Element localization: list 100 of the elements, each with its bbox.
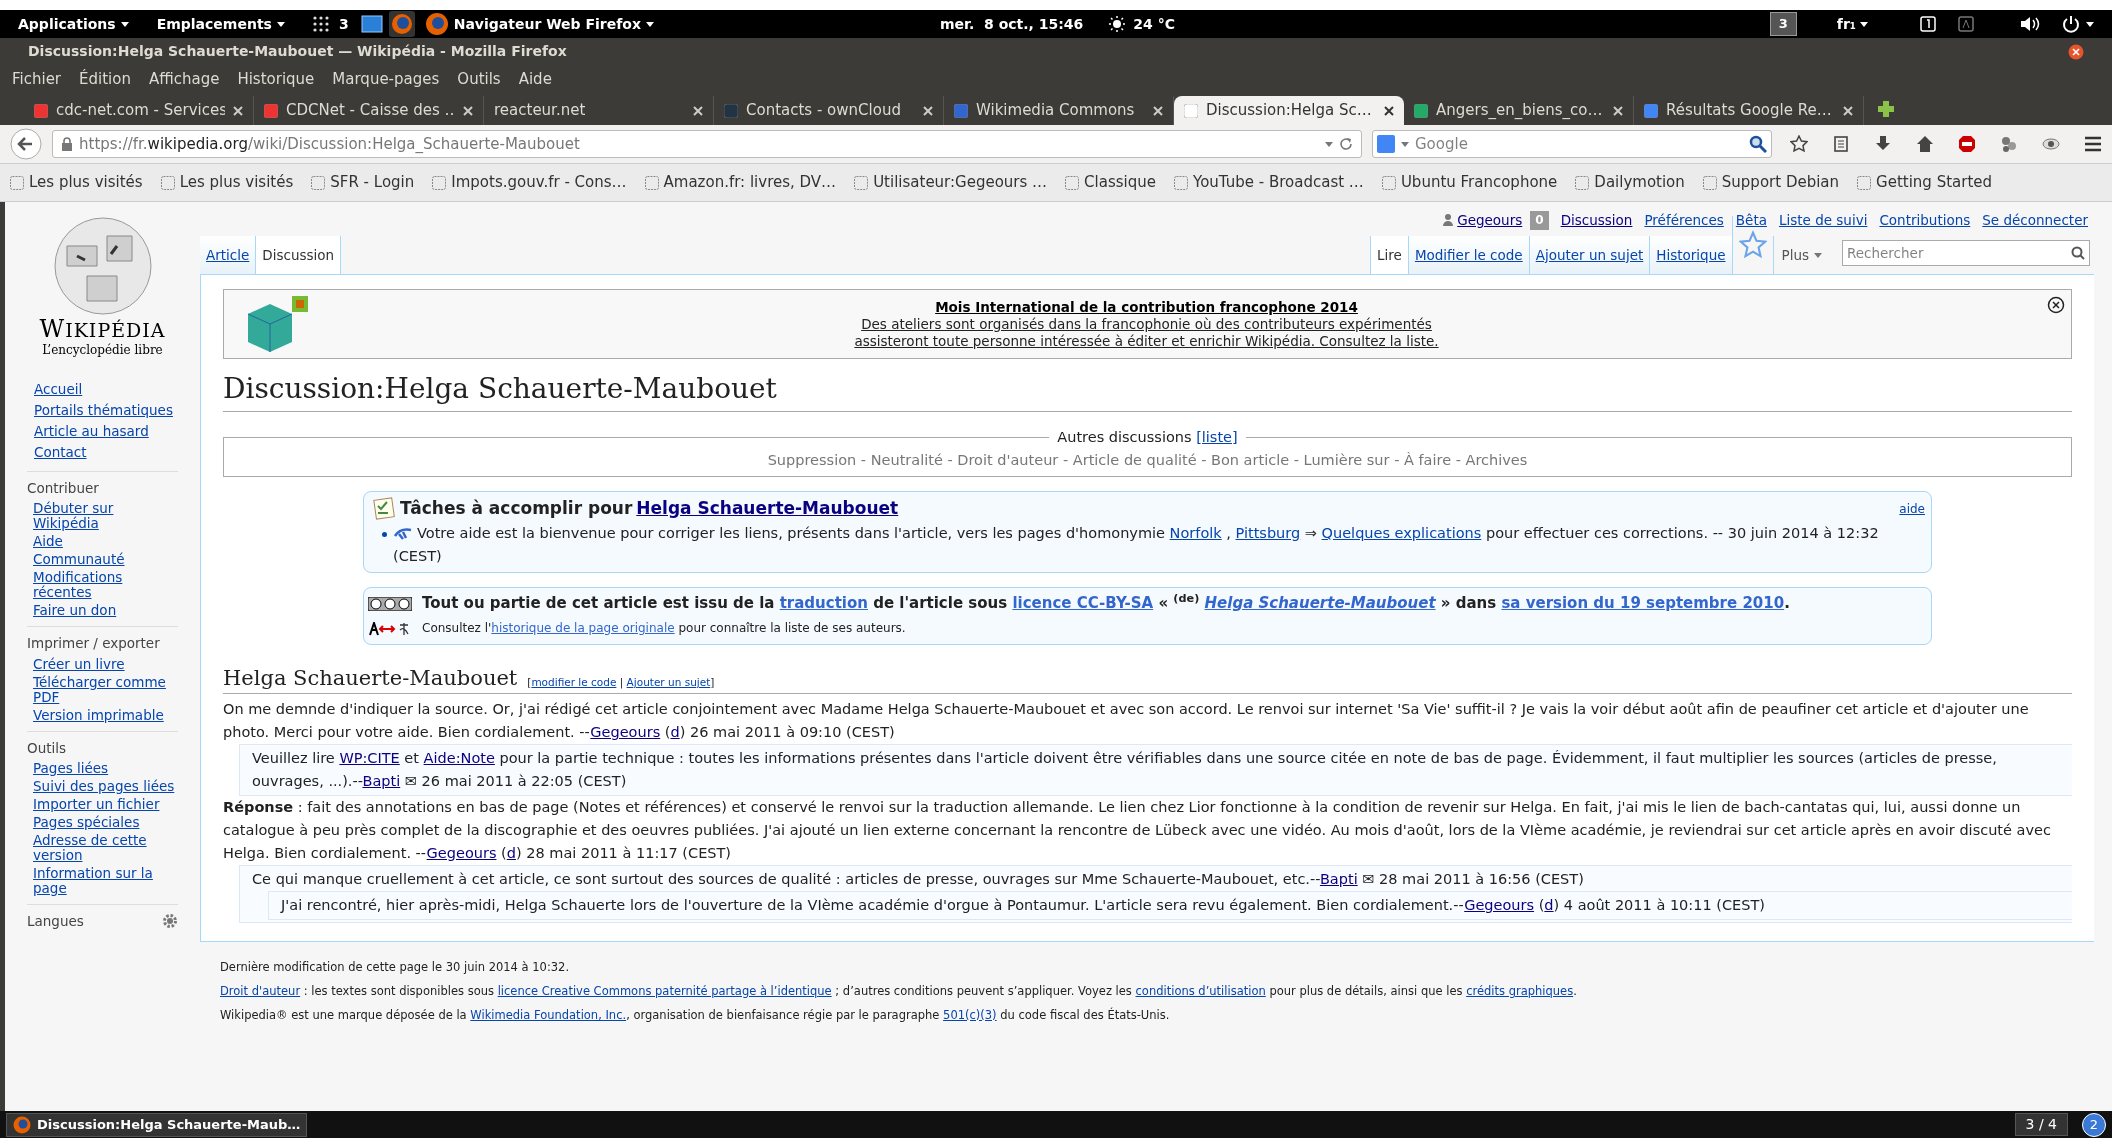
download-icon[interactable] [1874, 135, 1892, 153]
link[interactable]: Aide:Note [423, 750, 495, 766]
web-search-field[interactable]: Google [1372, 130, 1772, 158]
menu-item[interactable]: Affichage [148, 68, 220, 91]
bookmark[interactable]: Dailymotion [1575, 171, 1685, 194]
sidebar-link[interactable]: Télécharger comme PDF [33, 674, 178, 705]
sidebar-link[interactable]: Information sur la page [33, 865, 178, 896]
menu-item[interactable]: Édition [79, 68, 131, 91]
namespace-tab[interactable]: Discussion [256, 236, 342, 274]
reload-icon[interactable] [1339, 137, 1353, 151]
bookmark[interactable]: Classique [1065, 171, 1156, 194]
notification-badge[interactable]: 2 [2082, 1112, 2106, 1137]
url-field[interactable]: https://fr.wikipedia.org/wiki/Discussion:Helga_Schauerte-Maubouet [52, 130, 1362, 158]
browser-icon[interactable] [388, 11, 415, 37]
star-icon[interactable] [1790, 135, 1808, 153]
taskbar-window[interactable]: Discussion:Helga Schauerte-Maub… [6, 1112, 308, 1137]
close-icon[interactable] [2047, 296, 2065, 314]
puzzle-icon[interactable] [2000, 135, 2018, 153]
sidebar-link[interactable]: Créer un livre [33, 656, 125, 672]
link[interactable]: licence CC-BY-SA [1012, 594, 1154, 612]
link[interactable]: d [670, 724, 680, 740]
menu-item[interactable]: Aide [518, 68, 552, 91]
view-tab[interactable]: Historique [1649, 236, 1732, 274]
search-input[interactable]: Rechercher [1847, 242, 2071, 264]
grid-icon[interactable] [312, 16, 329, 32]
clipboard-icon[interactable] [1832, 135, 1850, 153]
sidebar-link[interactable]: Faire un don [33, 603, 117, 619]
sidebar-link[interactable]: Communauté [33, 552, 125, 568]
menu-item[interactable]: Marque-pages [332, 68, 440, 91]
personal-link[interactable]: Se déconnecter [1982, 209, 2088, 231]
sidebar-link[interactable]: Version imprimable [33, 707, 164, 723]
sidebar-link[interactable]: Débuter sur Wikipédia [33, 501, 178, 532]
bookmark[interactable]: YouTube - Broadcast … [1174, 171, 1364, 194]
link[interactable]: 501(c)(3) [943, 1008, 997, 1022]
volume-icon[interactable] [2020, 16, 2040, 32]
link[interactable]: Gegeours [426, 845, 497, 861]
back-button[interactable] [10, 128, 42, 160]
link[interactable]: Wikimedia Foundation, Inc. [470, 1008, 627, 1022]
bookmark[interactable]: Ubuntu Francophone [1381, 171, 1558, 194]
close-icon[interactable] [1384, 105, 1394, 116]
power-icon[interactable] [2062, 15, 2080, 33]
link[interactable]: Bapti [362, 773, 401, 789]
new-tab-icon[interactable] [1878, 101, 1894, 117]
menu-item[interactable]: Outils [457, 68, 501, 91]
search-icon[interactable] [2071, 246, 2085, 260]
namespace-tab[interactable]: Article [200, 236, 257, 274]
clock[interactable]: mer. 8 oct., 15:46 [940, 13, 1084, 35]
sidebar-link[interactable]: Accueil [34, 380, 83, 398]
help-link[interactable]: aide [1899, 498, 1925, 521]
link[interactable]: Quelques explications [1321, 525, 1482, 541]
bookmark[interactable]: Les plus visités [160, 171, 294, 194]
close-icon[interactable] [2068, 43, 2084, 60]
sidebar-link[interactable]: Article au hasard [34, 422, 149, 440]
browser-tab[interactable]: Discussion:Helga Sc… [1174, 96, 1404, 125]
panel-menu[interactable]: Applications [18, 13, 129, 35]
view-tab[interactable]: Modifier le code [1407, 236, 1529, 274]
sidebar-link[interactable]: Importer un fichier [33, 796, 160, 812]
menu-icon[interactable] [2084, 135, 2102, 153]
link[interactable]: [liste] [1196, 429, 1238, 445]
settings-icon[interactable] [162, 912, 178, 929]
sidebar-link[interactable]: Suivi des pages liées [33, 778, 175, 794]
personal-link[interactable]: Discussion [1560, 209, 1633, 231]
active-app-menu[interactable]: Navigateur Web Firefox [424, 12, 654, 36]
weather-indicator[interactable]: 24 °C [1109, 13, 1175, 35]
link[interactable]: Gegeours [1464, 897, 1535, 913]
bookmark[interactable]: Les plus visités [10, 171, 143, 194]
sidebar-link[interactable]: Adresse de cette version [33, 832, 178, 863]
link[interactable]: WP:CITE [339, 750, 400, 766]
link[interactable]: traduction [779, 594, 868, 612]
search-field[interactable]: Rechercher [1842, 240, 2090, 266]
adblock-icon[interactable] [1958, 135, 1976, 153]
bookmark[interactable]: Support Debian [1702, 171, 1840, 194]
sidebar-link[interactable]: Portails thématiques [34, 401, 173, 419]
link[interactable]: Bapti [1319, 871, 1358, 887]
keyboard-layout-menu[interactable]: fr₁ [1836, 13, 1868, 35]
banner-title[interactable]: Mois International de la contribution francophone 2014 [935, 298, 1358, 316]
banner-link[interactable]: assisteront toute personne intéressée à éditer et enrichir Wikipédia. Consultez la liste. [854, 332, 1439, 350]
personal-link[interactable]: Bêta [1735, 209, 1767, 231]
bookmark[interactable]: Amazon.fr: livres, DV… [644, 171, 837, 194]
link[interactable]: Droit d'auteur [220, 984, 301, 998]
personal-link[interactable]: Liste de suivi [1778, 209, 1868, 231]
link[interactable]: Helga Schauerte-Maubouet [636, 496, 899, 520]
eye-icon[interactable] [2042, 135, 2060, 153]
sidebar-link[interactable]: Aide [33, 534, 63, 550]
view-tab[interactable]: Lire [1370, 236, 1408, 274]
link[interactable]: Norfolk [1169, 525, 1222, 541]
link[interactable]: Gegeours [590, 724, 661, 740]
home-icon[interactable] [1916, 135, 1934, 153]
sidebar-link[interactable]: Pages liées [33, 760, 109, 776]
bookmark[interactable]: Impots.gouv.fr - Cons… [432, 171, 627, 194]
bookmark[interactable]: SFR - Login [311, 171, 415, 194]
link[interactable]: historique de la page originale [491, 621, 675, 635]
link[interactable]: Helga Schauerte-Maubouet [1204, 594, 1436, 612]
bookmark[interactable]: Getting Started [1857, 171, 1993, 194]
workspace-pager[interactable]: 3 / 4 [2014, 1113, 2068, 1136]
link[interactable]: Ajouter un sujet [626, 676, 711, 688]
menu-item[interactable]: Historique [237, 68, 315, 91]
menu-item[interactable]: Fichier [12, 68, 62, 91]
search-input[interactable]: Google [1415, 132, 1743, 156]
link[interactable]: conditions d’utilisation [1135, 984, 1266, 998]
